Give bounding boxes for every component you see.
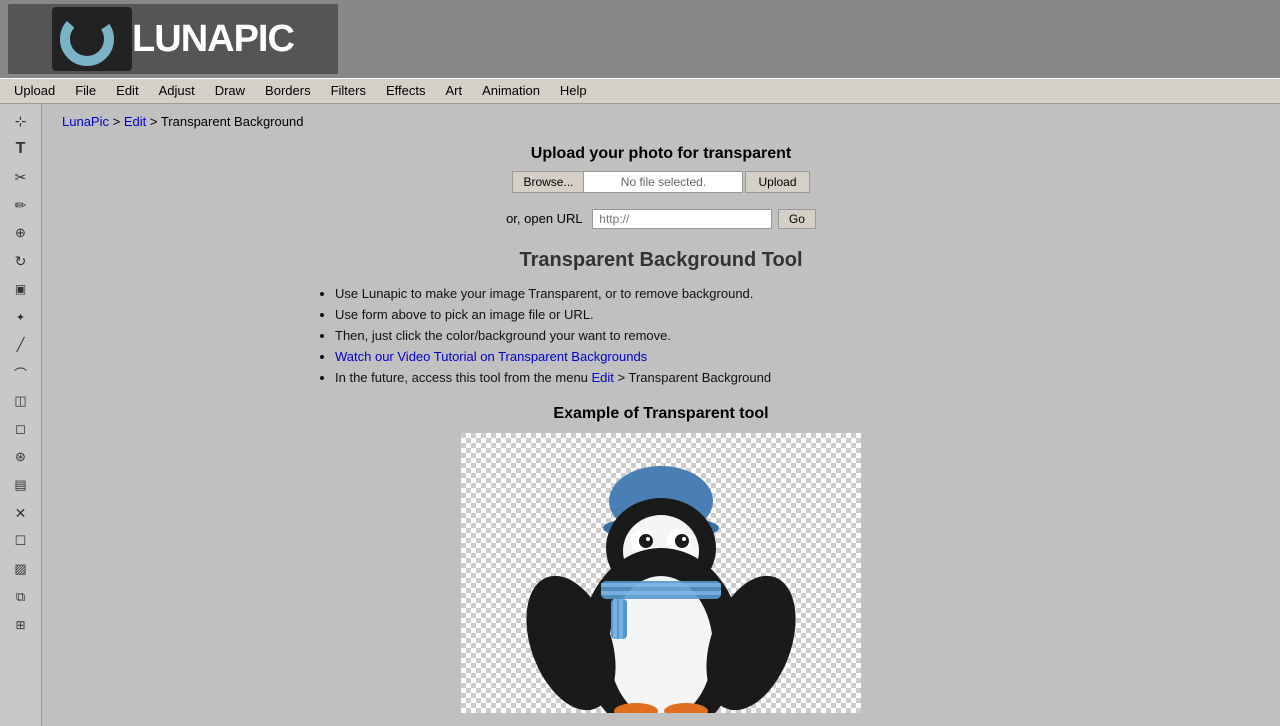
upload-button[interactable]: Upload: [745, 171, 809, 193]
nav-edit[interactable]: Edit: [106, 78, 148, 104]
stamp-icon[interactable]: ✦: [6, 304, 36, 330]
pencil-icon[interactable]: ✏: [6, 192, 36, 218]
file-name-display: No file selected.: [583, 171, 743, 193]
content: LunaPic > Edit > Transparent Background …: [42, 104, 1280, 726]
breadcrumb-sep1: >: [113, 114, 124, 129]
go-button[interactable]: Go: [778, 209, 816, 229]
list-item: Watch our Video Tutorial on Transparent …: [335, 349, 1011, 364]
close-icon[interactable]: ✕: [6, 500, 36, 526]
upload-section: Upload your photo for transparent Browse…: [62, 145, 1260, 193]
list-item: In the future, access this tool from the…: [335, 370, 1011, 385]
nav-borders[interactable]: Borders: [255, 78, 321, 104]
print-icon[interactable]: ▨: [6, 556, 36, 582]
url-label: or, open URL: [506, 211, 583, 226]
main-layout: ⊹ T ✂ ✏ ⊕ ↻ ▣ ✦ ╱ ⌒ ◫ ◻ ⊛ ▤ ✕ ☐ ▨ ⧉ ⊞ Lu…: [0, 104, 1280, 726]
url-section: or, open URL Go: [62, 209, 1260, 229]
upload-controls: Browse... No file selected. Upload: [62, 171, 1260, 193]
nav-effects[interactable]: Effects: [376, 78, 436, 104]
text-icon[interactable]: T: [6, 136, 36, 162]
tool-list: Use Lunapic to make your image Transpare…: [311, 286, 1011, 385]
url-input[interactable]: [592, 209, 772, 229]
rotate-icon[interactable]: ↻: [6, 248, 36, 274]
nav-art[interactable]: Art: [435, 78, 472, 104]
save-icon[interactable]: ▤: [6, 472, 36, 498]
tool-title: Transparent Background Tool: [311, 249, 1011, 272]
penguin-svg: [461, 433, 861, 713]
eraser-icon[interactable]: ◻: [6, 416, 36, 442]
crop-icon[interactable]: ▣: [6, 276, 36, 302]
move-icon[interactable]: ⊹: [6, 108, 36, 134]
example-title: Example of Transparent tool: [311, 405, 1011, 423]
folder-icon[interactable]: ◫: [6, 388, 36, 414]
nav-adjust[interactable]: Adjust: [149, 78, 205, 104]
edit-menu-link[interactable]: Edit: [592, 370, 614, 385]
nav-animation[interactable]: Animation: [472, 78, 550, 104]
sidebar: ⊹ T ✂ ✏ ⊕ ↻ ▣ ✦ ╱ ⌒ ◫ ◻ ⊛ ▤ ✕ ☐ ▨ ⧉ ⊞: [0, 104, 42, 726]
breadcrumb-home[interactable]: LunaPic: [62, 114, 109, 129]
list-item: Then, just click the color/background yo…: [335, 328, 1011, 343]
nav-draw[interactable]: Draw: [205, 78, 255, 104]
logo-icon: [52, 7, 132, 71]
video-tutorial-link[interactable]: Watch our Video Tutorial on Transparent …: [335, 349, 647, 364]
nav-file[interactable]: File: [65, 78, 106, 104]
logo-text: LUNAPIC: [132, 18, 294, 61]
navbar: Upload File Edit Adjust Draw Borders Fil…: [0, 78, 1280, 104]
example-section: Example of Transparent tool: [311, 405, 1011, 716]
browse-button[interactable]: Browse...: [512, 171, 583, 193]
nav-help[interactable]: Help: [550, 78, 597, 104]
swirl-icon[interactable]: ⊛: [6, 444, 36, 470]
nav-filters[interactable]: Filters: [321, 78, 376, 104]
logo-box: LUNAPIC: [8, 4, 338, 74]
zoom-icon[interactable]: ⊕: [6, 220, 36, 246]
breadcrumb-edit[interactable]: Edit: [124, 114, 146, 129]
new-icon[interactable]: ☐: [6, 528, 36, 554]
nav-upload[interactable]: Upload: [4, 78, 65, 104]
list-item: Use form above to pick an image file or …: [335, 307, 1011, 322]
penguin-image: [461, 433, 861, 693]
breadcrumb-current: Transparent Background: [161, 114, 304, 129]
paste-icon[interactable]: ⊞: [6, 612, 36, 638]
brush-icon[interactable]: ⌒: [6, 360, 36, 386]
tool-section: Transparent Background Tool Use Lunapic …: [311, 249, 1011, 716]
header: LUNAPIC: [0, 0, 1280, 78]
list-item: Use Lunapic to make your image Transpare…: [335, 286, 1011, 301]
scissors-icon[interactable]: ✂: [6, 164, 36, 190]
eyedropper-icon[interactable]: ╱: [6, 332, 36, 358]
upload-title: Upload your photo for transparent: [62, 145, 1260, 163]
breadcrumb-sep2: >: [150, 114, 161, 129]
copy-icon[interactable]: ⧉: [6, 584, 36, 610]
breadcrumb: LunaPic > Edit > Transparent Background: [62, 114, 1260, 129]
